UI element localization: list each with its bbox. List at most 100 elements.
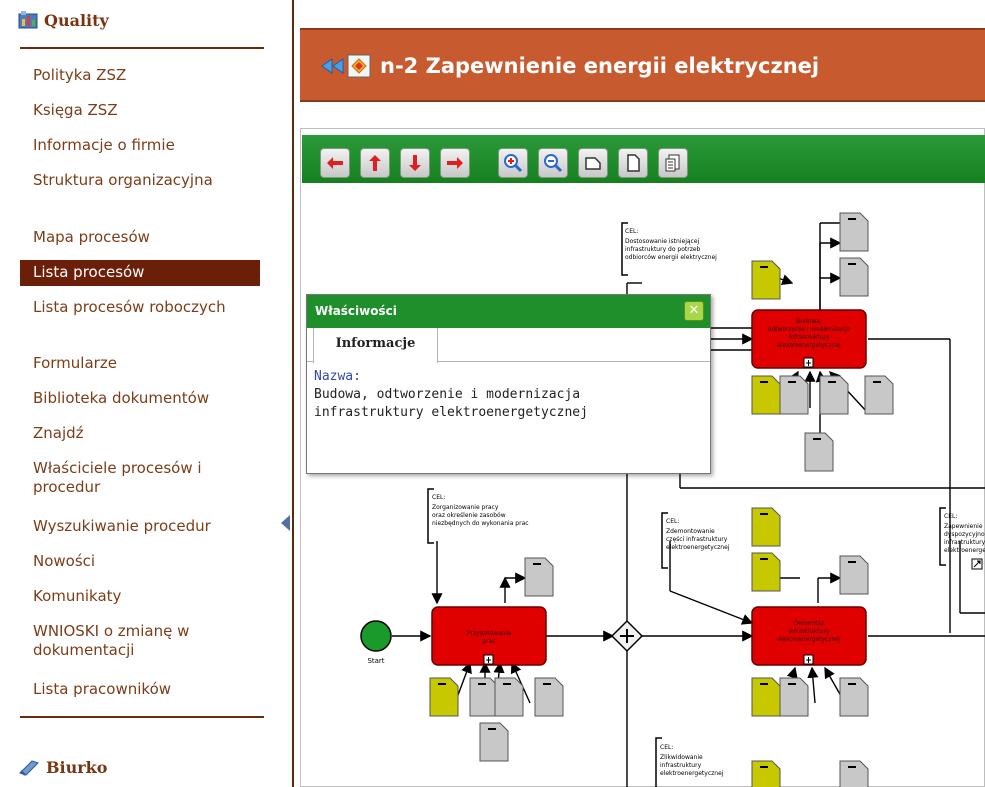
start-event[interactable]: Start (360, 620, 392, 665)
sidebar-item[interactable]: Nowości (20, 552, 260, 571)
sidebar-divider (20, 47, 264, 49)
name-value-line1: Budowa, odtworzenie i modernizacja (314, 387, 581, 402)
task-box[interactable]: Budowa, odtworzenie i modernizacja infra… (751, 309, 867, 369)
svg-text:Dostosowanie istniejącej: Dostosowanie istniejącej (625, 238, 700, 245)
document-icon[interactable] (494, 677, 524, 717)
document-icon[interactable] (469, 677, 499, 717)
name-value-line2: infrastruktury elektroenergetycznej (314, 405, 588, 420)
zoom-out-button[interactable] (538, 148, 568, 178)
svg-text:infrastruktury: infrastruktury (660, 762, 702, 769)
sidebar-item[interactable]: Mapa procesów (20, 228, 260, 247)
page-icon (627, 154, 640, 172)
parallel-gateway[interactable] (610, 619, 644, 653)
svg-text:Zorganizowanie pracy: Zorganizowanie pracy (432, 504, 499, 511)
page-title: n-2 Zapewnienie energii elektrycznej (380, 54, 820, 78)
pan-left-button[interactable] (320, 148, 350, 178)
svg-text:Przygotowanie: Przygotowanie (467, 630, 511, 637)
arrow-left-icon (327, 157, 343, 169)
process-diagram[interactable]: CEL: Dostosowanie istniejącej infrastruk… (300, 183, 985, 787)
zoom-in-button[interactable] (498, 148, 528, 178)
document-icon[interactable] (779, 677, 809, 717)
sidebar-item[interactable]: WNIOSKI o zmianę w dokumentacji (20, 622, 260, 660)
svg-text:dyspozycyjności: dyspozycyjności (944, 531, 985, 538)
svg-text:CEL:: CEL: (660, 744, 673, 751)
desk-icon (19, 760, 39, 776)
svg-text:infrastruktury: infrastruktury (788, 628, 830, 635)
form-document-icon[interactable] (429, 677, 459, 717)
fit-width-icon (585, 157, 601, 170)
pan-down-button[interactable] (400, 148, 430, 178)
form-document-icon[interactable] (751, 677, 781, 717)
cel-note: CEL: Dostosowanie istniejącej infrastruk… (621, 222, 717, 276)
sidebar-separator (292, 0, 294, 787)
form-document-icon[interactable] (751, 507, 781, 547)
document-icon[interactable] (819, 375, 849, 415)
svg-text:Zdemontowanie: Zdemontowanie (666, 528, 715, 535)
sidebar-item[interactable]: Formularze (20, 354, 260, 373)
form-document-icon[interactable] (751, 260, 781, 300)
task-box[interactable]: Przygotowanie prac (431, 606, 547, 666)
task-box[interactable]: Demontaż infrastruktury elektroenergetyc… (751, 606, 867, 666)
process-map-icon (347, 54, 371, 78)
form-document-icon[interactable] (751, 760, 781, 787)
document-icon[interactable] (864, 375, 894, 415)
sidebar-item[interactable]: Lista procesów (20, 260, 260, 286)
sidebar-item[interactable]: Lista pracowników (20, 680, 260, 699)
pan-right-button[interactable] (440, 148, 470, 178)
svg-text:elektroenergetycznej: elektroenergetycznej (660, 770, 724, 777)
document-icon[interactable] (804, 432, 834, 472)
document-icon[interactable] (839, 677, 869, 717)
sidebar: Quality Polityka ZSZ Księga ZSZ Informacje… (0, 0, 292, 787)
fit-width-button[interactable] (578, 148, 608, 178)
arrow-up-icon (369, 155, 381, 171)
document-icon[interactable] (839, 555, 869, 595)
sidebar-item[interactable]: Lista procesów roboczych (20, 298, 260, 317)
svg-text:elektroenergetycznej: elektroenergetycznej (777, 636, 841, 643)
page-header: n-2 Zapewnienie energii elektrycznej (300, 28, 985, 102)
start-label: Start (367, 657, 384, 665)
sidebar-item[interactable]: Polityka ZSZ (20, 66, 260, 85)
svg-text:Budowa,: Budowa, (796, 318, 822, 325)
print-button[interactable] (658, 148, 688, 178)
document-icon[interactable] (534, 677, 564, 717)
svg-text:niezbędnych do wykonania prac: niezbędnych do wykonania prac (432, 520, 529, 527)
tab-informacje[interactable]: Informacje (313, 328, 438, 363)
double-left-arrow-icon[interactable] (320, 58, 346, 74)
svg-text:części infrastruktury: części infrastruktury (666, 536, 728, 543)
sidebar-item[interactable]: Wyszukiwanie procedur (20, 517, 260, 536)
svg-text:Zlikwidowanie: Zlikwidowanie (660, 754, 703, 761)
pan-up-button[interactable] (360, 148, 390, 178)
sidebar-item[interactable]: Komunikaty (20, 587, 260, 606)
svg-text:CEL:: CEL: (432, 494, 445, 501)
sidebar-bottom-header[interactable]: Biurko (18, 757, 107, 777)
properties-dialog: Właściwości ✕ Informacje Nazwa: Budowa, … (306, 294, 711, 474)
sidebar-item[interactable]: Biblioteka dokumentów (20, 389, 260, 408)
document-icon[interactable] (779, 375, 809, 415)
cel-note-label: CEL: (625, 228, 638, 235)
cel-note: CEL: Zapewnienie dyspozycyjności infrast… (939, 507, 985, 570)
sidebar-item[interactable]: Informacje o firmie (20, 136, 260, 155)
document-icon[interactable] (839, 212, 869, 252)
close-icon[interactable]: ✕ (684, 301, 704, 321)
form-document-icon[interactable] (751, 375, 781, 415)
properties-body: Nazwa: Budowa, odtworzenie i modernizacj… (307, 362, 710, 428)
document-icon[interactable] (479, 722, 509, 762)
collapse-sidebar-icon[interactable] (281, 515, 290, 531)
cel-note: CEL: Zlikwidowanie infrastruktury elektr… (655, 737, 724, 787)
document-icon[interactable] (524, 557, 554, 597)
sidebar-item[interactable]: Właściciele procesów i procedur (20, 459, 260, 497)
sidebar-section-header[interactable]: Quality (18, 10, 109, 30)
document-icon[interactable] (839, 760, 869, 787)
sidebar-section-title: Quality (44, 10, 109, 30)
form-document-icon[interactable] (751, 552, 781, 592)
document-icon[interactable] (839, 257, 869, 297)
sidebar-item[interactable]: Księga ZSZ (20, 101, 260, 120)
sidebar-item[interactable]: Struktura organizacyjna (20, 171, 260, 190)
cel-note: CEL: Zdemontowanie części infrastruktury… (661, 512, 730, 569)
diagram-toolbar (302, 135, 985, 183)
fit-page-button[interactable] (618, 148, 648, 178)
sidebar-item[interactable]: Znajdź (20, 424, 260, 443)
zoom-in-icon (504, 154, 523, 173)
svg-text:infrastruktury do potrzeb: infrastruktury do potrzeb (625, 246, 701, 253)
properties-header[interactable]: Właściwości ✕ (307, 295, 710, 328)
